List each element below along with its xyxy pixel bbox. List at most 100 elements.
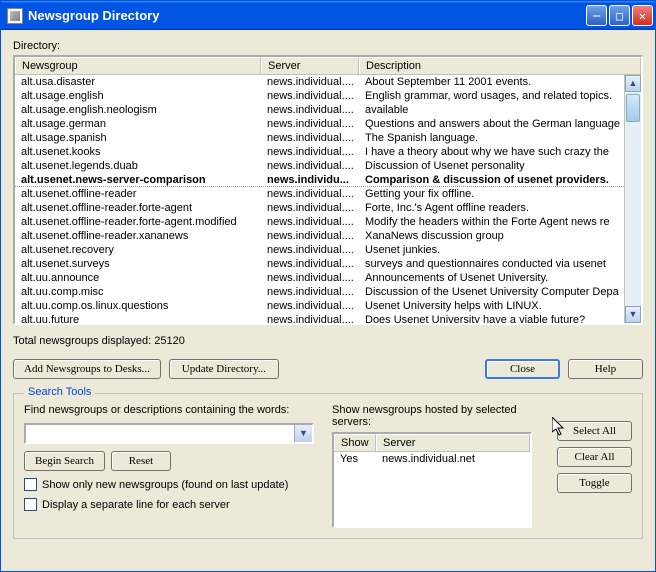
table-row[interactable]: alt.usage.germannews.individual....Quest… bbox=[15, 117, 624, 131]
table-row[interactable]: alt.usenet.surveysnews.individual....sur… bbox=[15, 257, 624, 271]
cell-newsgroup: alt.usenet.kooks bbox=[15, 145, 261, 159]
search-tools-legend: Search Tools bbox=[24, 386, 95, 398]
cell-description: Usenet University helps with LINUX. bbox=[359, 299, 624, 313]
cell-description: Forte, Inc.'s Agent offline readers. bbox=[359, 201, 624, 215]
scroll-thumb[interactable] bbox=[626, 94, 640, 122]
close-window-button[interactable]: ✕ bbox=[632, 5, 653, 26]
toggle-button[interactable]: Toggle bbox=[557, 473, 632, 493]
cell-server: news.individu... bbox=[261, 173, 359, 187]
cell-server: news.individual.... bbox=[261, 89, 359, 103]
checkbox-display-separate[interactable]: Display a separate line for each server bbox=[24, 498, 314, 511]
cell-newsgroup: alt.uu.future bbox=[15, 313, 261, 323]
clear-all-button[interactable]: Clear All bbox=[557, 447, 632, 467]
table-row[interactable]: alt.usenet.offline-reader.forte-agentnew… bbox=[15, 201, 624, 215]
table-row[interactable]: alt.usenet.offline-reader.forte-agent.mo… bbox=[15, 215, 624, 229]
cell-description: Discussion of Usenet personality bbox=[359, 159, 624, 173]
cell-description: Does Usenet University have a viable fut… bbox=[359, 313, 624, 323]
cell-description: Announcements of Usenet University. bbox=[359, 271, 624, 285]
cell-server: news.individual.... bbox=[261, 299, 359, 313]
col-server[interactable]: Server bbox=[261, 57, 359, 74]
reset-button[interactable]: Reset bbox=[111, 451, 171, 471]
col-newsgroup[interactable]: Newsgroup bbox=[15, 57, 261, 74]
search-tools-group: Search Tools Find newsgroups or descript… bbox=[13, 393, 643, 539]
cell-newsgroup: alt.usage.english.neologism bbox=[15, 103, 261, 117]
table-row[interactable]: alt.usage.spanishnews.individual....The … bbox=[15, 131, 624, 145]
table-row[interactable]: alt.usenet.kooksnews.individual....I hav… bbox=[15, 145, 624, 159]
table-row[interactable]: alt.uu.comp.miscnews.individual....Discu… bbox=[15, 285, 624, 299]
table-row[interactable]: alt.usage.english.neologismnews.individu… bbox=[15, 103, 624, 117]
cell-server: news.individual.... bbox=[261, 229, 359, 243]
cell-description: surveys and questionnaires conducted via… bbox=[359, 257, 624, 271]
help-button[interactable]: Help bbox=[568, 359, 643, 379]
window-title: Newsgroup Directory bbox=[28, 8, 159, 23]
select-all-button[interactable]: Select All bbox=[557, 421, 632, 441]
cell-server: news.individual.... bbox=[261, 243, 359, 257]
table-row[interactable]: alt.usenet.legends.duabnews.individual..… bbox=[15, 159, 624, 173]
checkbox-icon[interactable] bbox=[24, 498, 37, 511]
checkbox-icon[interactable] bbox=[24, 478, 37, 491]
cell-server: news.individual.... bbox=[261, 159, 359, 173]
table-row[interactable]: alt.usenet.recoverynews.individual....Us… bbox=[15, 243, 624, 257]
cell-server: news.individual.... bbox=[261, 257, 359, 271]
cell-description: Comparison & discussion of usenet provid… bbox=[359, 173, 624, 187]
cell-description: Getting your fix offline. bbox=[359, 187, 624, 201]
maximize-button[interactable]: □ bbox=[609, 5, 630, 26]
cell-newsgroup: alt.usage.spanish bbox=[15, 131, 261, 145]
cell-newsgroup: alt.usenet.offline-reader.forte-agent bbox=[15, 201, 261, 215]
table-row[interactable]: alt.uu.announcenews.individual....Announ… bbox=[15, 271, 624, 285]
search-input[interactable] bbox=[26, 425, 294, 442]
cell-server: news.individual.... bbox=[261, 131, 359, 145]
table-row[interactable]: alt.usa.disasternews.individual....About… bbox=[15, 75, 624, 89]
vertical-scrollbar[interactable]: ▲ ▼ bbox=[624, 75, 641, 323]
col-server-name[interactable]: Server bbox=[376, 434, 530, 451]
col-description[interactable]: Description bbox=[359, 57, 641, 74]
list-body: alt.usa.disasternews.individual....About… bbox=[15, 75, 641, 323]
cell-description: available bbox=[359, 103, 624, 117]
table-row[interactable]: alt.uu.comp.os.linux.questionsnews.indiv… bbox=[15, 299, 624, 313]
content-area: Directory: Newsgroup Server Description … bbox=[1, 30, 655, 571]
cell-server: news.individual.... bbox=[261, 285, 359, 299]
table-row[interactable]: alt.usenet.offline-reader.xananewsnews.i… bbox=[15, 229, 624, 243]
cell-server: news.individual.... bbox=[261, 271, 359, 285]
col-show[interactable]: Show bbox=[334, 434, 376, 451]
cell-description: The Spanish language. bbox=[359, 131, 624, 145]
search-combo[interactable]: ▼ bbox=[24, 423, 314, 444]
find-prompt: Find newsgroups or descriptions containi… bbox=[24, 404, 314, 416]
server-list[interactable]: Show Server Yesnews.individual.net bbox=[332, 432, 532, 528]
server-row[interactable]: Yesnews.individual.net bbox=[334, 452, 530, 466]
cell-newsgroup: alt.usenet.offline-reader bbox=[15, 187, 261, 201]
cell-server: news.individual.... bbox=[261, 215, 359, 229]
newsgroup-list[interactable]: Newsgroup Server Description alt.usa.dis… bbox=[13, 55, 643, 325]
cell-description: I have a theory about why we have such c… bbox=[359, 145, 624, 159]
directory-label: Directory: bbox=[13, 40, 643, 52]
cell-newsgroup: alt.usage.german bbox=[15, 117, 261, 131]
update-directory-button[interactable]: Update Directory... bbox=[169, 359, 279, 379]
cell-description: Usenet junkies. bbox=[359, 243, 624, 257]
scroll-up-icon[interactable]: ▲ bbox=[625, 75, 641, 92]
table-row[interactable]: alt.usenet.news-server-comparisonnews.in… bbox=[15, 173, 624, 187]
begin-search-button[interactable]: Begin Search bbox=[24, 451, 105, 471]
scroll-track[interactable] bbox=[625, 92, 641, 306]
table-row[interactable]: alt.uu.futurenews.individual....Does Use… bbox=[15, 313, 624, 323]
table-row[interactable]: alt.usenet.offline-readernews.individual… bbox=[15, 187, 624, 201]
minimize-button[interactable]: ─ bbox=[586, 5, 607, 26]
cell-description: XanaNews discussion group bbox=[359, 229, 624, 243]
close-button[interactable]: Close bbox=[485, 359, 560, 379]
cell-server: news.individual.... bbox=[261, 117, 359, 131]
cell-newsgroup: alt.usenet.offline-reader.forte-agent.mo… bbox=[15, 215, 261, 229]
scroll-down-icon[interactable]: ▼ bbox=[625, 306, 641, 323]
title-bar[interactable]: Newsgroup Directory ─ □ ✕ bbox=[1, 1, 655, 30]
cell-server: news.individual.... bbox=[261, 201, 359, 215]
cell-server: news.individual.... bbox=[261, 75, 359, 89]
cell-newsgroup: alt.usenet.recovery bbox=[15, 243, 261, 257]
checkbox-show-only-new[interactable]: Show only new newsgroups (found on last … bbox=[24, 478, 314, 491]
cell-description: English grammar, word usages, and relate… bbox=[359, 89, 624, 103]
cell-newsgroup: alt.usenet.legends.duab bbox=[15, 159, 261, 173]
table-row[interactable]: alt.usage.englishnews.individual....Engl… bbox=[15, 89, 624, 103]
list-header[interactable]: Newsgroup Server Description bbox=[15, 57, 641, 75]
chevron-down-icon[interactable]: ▼ bbox=[294, 425, 312, 442]
cell-show: Yes bbox=[340, 452, 382, 466]
add-newsgroups-button[interactable]: Add Newsgroups to Desks... bbox=[13, 359, 161, 379]
cell-newsgroup: alt.usenet.news-server-comparison bbox=[15, 173, 261, 187]
cell-description: Discussion of the Usenet University Comp… bbox=[359, 285, 624, 299]
